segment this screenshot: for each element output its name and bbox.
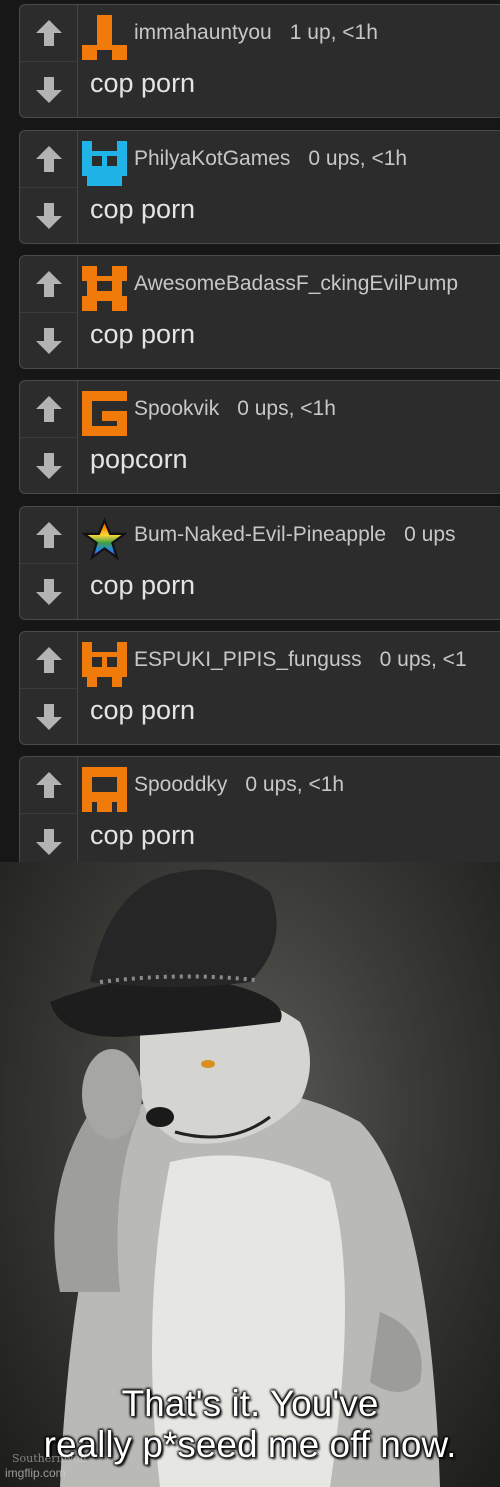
avatar[interactable] [82, 391, 127, 436]
arrow-down-icon [35, 328, 62, 354]
username-link[interactable]: Bum-Naked-Evil-Pineapple [134, 523, 386, 546]
comment-item: ESPUKI_PIPIS_funguss 0 ups, <1 cop porn [19, 631, 500, 745]
downvote-button[interactable] [20, 814, 77, 862]
comment-meta: ESPUKI_PIPIS_funguss 0 ups, <1 [134, 648, 467, 672]
comment-item: AwesomeBadassF_ckingEvilPump cop porn [19, 255, 500, 369]
vote-column [20, 5, 78, 117]
comment-meta: Bum-Naked-Evil-Pineapple 0 ups [134, 523, 456, 547]
arrow-up-icon [35, 522, 62, 548]
downvote-button[interactable] [20, 689, 77, 744]
vote-column [20, 757, 78, 862]
username-link[interactable]: ESPUKI_PIPIS_funguss [134, 648, 362, 671]
comment-text: cop porn [90, 68, 196, 98]
comment-meta: Spookvik 0 ups, <1h [134, 397, 336, 421]
arrow-down-icon [35, 453, 62, 479]
artist-signature: Southernwolf [12, 1452, 88, 1465]
arrow-up-icon [35, 271, 62, 297]
upvote-button[interactable] [20, 632, 77, 689]
arrow-down-icon [35, 704, 62, 730]
arrow-down-icon [35, 579, 62, 605]
vote-column [20, 632, 78, 744]
arrow-up-icon [35, 396, 62, 422]
username-link[interactable]: Spooddky [134, 773, 227, 796]
avatar[interactable] [82, 266, 127, 311]
avatar[interactable] [82, 517, 127, 562]
comment-stats: 0 ups, <1h [237, 397, 336, 420]
comment-item: Bum-Naked-Evil-Pineapple 0 ups cop porn [19, 506, 500, 620]
avatar[interactable] [82, 642, 127, 687]
arrow-up-icon [35, 146, 62, 172]
comment-meta: PhilyaKotGames 0 ups, <1h [134, 147, 407, 171]
upvote-button[interactable] [20, 5, 77, 62]
comment-stats: 0 ups, <1h [245, 773, 345, 796]
comment-meta: Spooddky 0 ups, <1h [134, 773, 344, 797]
comment-meta: immahauntyou 1 up, <1h [134, 21, 378, 45]
comment-text: cop porn [90, 194, 196, 224]
comment-stats: 0 ups [404, 523, 456, 546]
downvote-button[interactable] [20, 438, 77, 493]
downvote-button[interactable] [20, 62, 77, 117]
comment-item: Spooddky 0 ups, <1h cop porn [19, 756, 500, 862]
arrow-up-icon [35, 20, 62, 46]
upvote-button[interactable] [20, 507, 77, 564]
comment-text: cop porn [90, 695, 196, 725]
username-link[interactable]: AwesomeBadassF_ckingEvilPump [134, 272, 458, 295]
username-link[interactable]: Spookvik [134, 397, 219, 420]
avatar[interactable] [82, 15, 127, 60]
upvote-button[interactable] [20, 757, 77, 814]
comment-text: cop porn [90, 570, 196, 600]
arrow-down-icon [35, 77, 62, 103]
comment-stats: 0 ups, <1 [379, 648, 467, 671]
arrow-down-icon [35, 203, 62, 229]
comment-meta: AwesomeBadassF_ckingEvilPump [134, 272, 476, 296]
upvote-button[interactable] [20, 381, 77, 438]
vote-column [20, 256, 78, 368]
comment-item: immahauntyou 1 up, <1h cop porn [19, 4, 500, 118]
vote-column [20, 507, 78, 619]
comment-item: PhilyaKotGames 0 ups, <1h cop porn [19, 130, 500, 244]
arrow-up-icon [35, 647, 62, 673]
comment-item: Spookvik 0 ups, <1h popcorn [19, 380, 500, 494]
vote-column [20, 131, 78, 243]
username-link[interactable]: PhilyaKotGames [134, 147, 290, 170]
arrow-up-icon [35, 772, 62, 798]
username-link[interactable]: immahauntyou [134, 21, 272, 44]
avatar[interactable] [82, 767, 127, 812]
imgflip-watermark: imgflip.com [5, 1466, 66, 1480]
avatar[interactable] [82, 141, 127, 186]
vote-column [20, 381, 78, 493]
comment-text: popcorn [90, 444, 188, 474]
comment-stats: 1 up, <1h [289, 21, 378, 44]
upvote-button[interactable] [20, 131, 77, 188]
meme-caption-line1: That's it. You've [121, 1383, 379, 1424]
arrow-down-icon [35, 829, 62, 855]
comment-text: cop porn [90, 820, 196, 850]
downvote-button[interactable] [20, 188, 77, 243]
downvote-button[interactable] [20, 564, 77, 619]
downvote-button[interactable] [20, 313, 77, 368]
comment-stats: 0 ups, <1h [308, 147, 408, 170]
meme-image: That's it. You've really p*seed me off n… [0, 862, 500, 1487]
comment-text: cop porn [90, 319, 196, 349]
upvote-button[interactable] [20, 256, 77, 313]
comment-thread: immahauntyou 1 up, <1h cop porn PhilyaKot… [0, 0, 500, 862]
